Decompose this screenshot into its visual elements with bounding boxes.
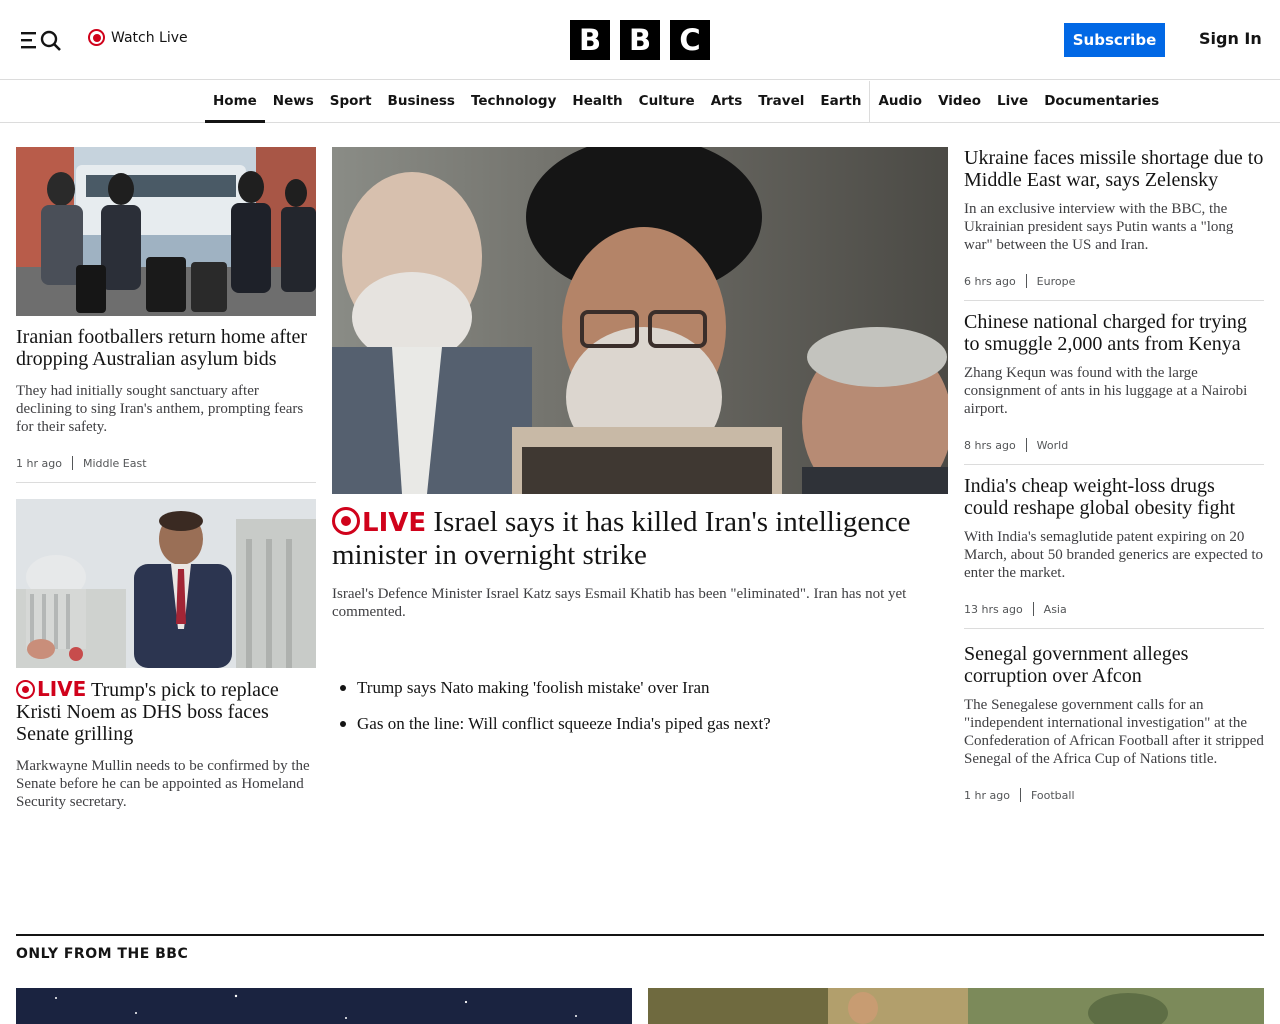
bullet <box>340 721 346 727</box>
only-from-bbc-section: ONLY FROM THE BBC <box>16 934 1264 1024</box>
story-meta: 1 hr ago Football <box>964 788 1264 802</box>
footballers-photo <box>16 147 316 316</box>
section-images <box>16 988 1264 1024</box>
meta-divider <box>1019 788 1021 802</box>
related-link-text: Gas on the line: Will conflict squeeze I… <box>357 714 771 733</box>
menu-search-button[interactable] <box>21 28 63 52</box>
center-column: LIVE Israel says it has killed Iran's in… <box>332 147 948 750</box>
night-sky-photo <box>16 988 632 1024</box>
nav-item-health[interactable]: Health <box>564 81 630 122</box>
story-meta: 13 hrs ago Asia <box>964 602 1264 616</box>
story-time: 13 hrs ago <box>964 602 1023 616</box>
nav-item-business[interactable]: Business <box>380 81 463 122</box>
related-link[interactable]: Gas on the line: Will conflict squeeze I… <box>340 714 948 734</box>
hero-summary: Israel's Defence Minister Israel Katz sa… <box>332 586 907 620</box>
nav-item-technology[interactable]: Technology <box>463 81 564 122</box>
story-headline[interactable]: India's cheap weight-loss drugs could re… <box>964 475 1264 519</box>
story-headline[interactable]: Chinese national charged for trying to s… <box>964 311 1264 355</box>
story-meta: 8 hrs ago World <box>964 438 1264 452</box>
related-links: Trump says Nato making 'foolish mistake'… <box>332 678 948 734</box>
story-image-footballers[interactable] <box>16 147 316 316</box>
story-summary: They had initially sought sanctuary afte… <box>16 383 304 435</box>
story-time: 1 hr ago <box>964 788 1010 802</box>
meta-divider <box>1025 438 1027 452</box>
live-icon <box>88 29 105 46</box>
nav-item-documentaries[interactable]: Documentaries <box>1036 81 1167 122</box>
side-story: Chinese national charged for trying to s… <box>964 311 1264 465</box>
live-label: LIVE <box>37 677 87 701</box>
nav-item-travel[interactable]: Travel <box>750 81 812 122</box>
bbc-logo[interactable]: B B C <box>570 20 710 60</box>
story-tag[interactable]: Europe <box>1037 275 1076 288</box>
nav-item-home[interactable]: Home <box>205 81 265 123</box>
section-title: ONLY FROM THE BBC <box>16 946 189 962</box>
nav-item-arts[interactable]: Arts <box>703 81 751 122</box>
nav-item-audio[interactable]: Audio <box>869 81 930 122</box>
nav-item-live[interactable]: Live <box>989 81 1036 122</box>
live-icon <box>332 507 360 535</box>
story-meta: 6 hrs ago Europe <box>964 274 1264 288</box>
story-tag[interactable]: Asia <box>1044 603 1067 616</box>
story-image[interactable] <box>16 988 632 1024</box>
story-meta: 1 hr ago Middle East <box>16 456 316 470</box>
subscribe-button[interactable]: Subscribe <box>1064 23 1165 57</box>
main-nav: Home News Sport Business Technology Heal… <box>0 81 1280 123</box>
hero-headline[interactable]: LIVE Israel says it has killed Iran's in… <box>332 506 948 571</box>
story-headline[interactable]: Ukraine faces missile shortage due to Mi… <box>964 147 1264 191</box>
story-headline[interactable]: Iranian footballers return home after dr… <box>16 326 316 370</box>
nav-item-video[interactable]: Video <box>930 81 989 122</box>
logo-letter: B <box>620 20 660 60</box>
story-summary: In an exclusive interview with the BBC, … <box>964 201 1234 253</box>
logo-letter: B <box>570 20 610 60</box>
right-column: Ukraine faces missile shortage due to Mi… <box>964 147 1264 802</box>
story-divider <box>964 300 1264 301</box>
story-tag[interactable]: Football <box>1031 789 1075 802</box>
watch-live-label: Watch Live <box>111 29 188 46</box>
nav-item-earth[interactable]: Earth <box>812 81 869 122</box>
logo-letter: C <box>670 20 710 60</box>
story-headline[interactable]: LIVE Trump's pick to replace Kristi Noem… <box>16 678 316 745</box>
story-summary: The Senegalese government calls for an "… <box>964 697 1264 767</box>
story-image[interactable] <box>648 988 1264 1024</box>
hero-photo <box>332 147 948 494</box>
hero-image[interactable] <box>332 147 948 494</box>
live-icon <box>16 680 35 699</box>
site-header: Watch Live B B C Subscribe Sign In <box>0 0 1280 80</box>
live-label: LIVE <box>362 508 427 538</box>
story-divider <box>16 482 316 483</box>
story-divider <box>964 464 1264 465</box>
bullet <box>340 685 346 691</box>
side-story: India's cheap weight-loss drugs could re… <box>964 475 1264 629</box>
story-divider <box>964 628 1264 629</box>
watch-live-link[interactable]: Watch Live <box>88 29 188 46</box>
nav-item-sport[interactable]: Sport <box>322 81 380 122</box>
side-story: Ukraine faces missile shortage due to Mi… <box>964 147 1264 301</box>
story-time: 6 hrs ago <box>964 274 1016 288</box>
nav-item-culture[interactable]: Culture <box>631 81 703 122</box>
meta-divider <box>1025 274 1027 288</box>
sign-in-link[interactable]: Sign In <box>1199 29 1262 48</box>
story-tag[interactable]: World <box>1037 439 1069 452</box>
story-image-senate[interactable] <box>16 499 316 668</box>
left-column: Iranian footballers return home after dr… <box>16 147 316 811</box>
nav-item-news[interactable]: News <box>265 81 322 122</box>
story-tag[interactable]: Middle East <box>83 457 147 470</box>
senate-photo <box>16 499 316 668</box>
related-link[interactable]: Trump says Nato making 'foolish mistake'… <box>340 678 948 698</box>
story-summary: Zhang Kequn was found with the large con… <box>964 365 1248 417</box>
story-summary: With India's semaglutide patent expiring… <box>964 529 1264 581</box>
story-time: 1 hr ago <box>16 456 62 470</box>
story-headline[interactable]: Senegal government alleges corruption ov… <box>964 643 1264 687</box>
story-summary: Markwayne Mullin needs to be confirmed b… <box>16 758 310 810</box>
related-link-text: Trump says Nato making 'foolish mistake'… <box>357 678 710 697</box>
meta-divider <box>1032 602 1034 616</box>
menu-search-icon <box>21 30 61 51</box>
tapestry-photo <box>648 988 1264 1024</box>
meta-divider <box>71 456 73 470</box>
side-story: Senegal government alleges corruption ov… <box>964 643 1264 802</box>
story-time: 8 hrs ago <box>964 438 1016 452</box>
